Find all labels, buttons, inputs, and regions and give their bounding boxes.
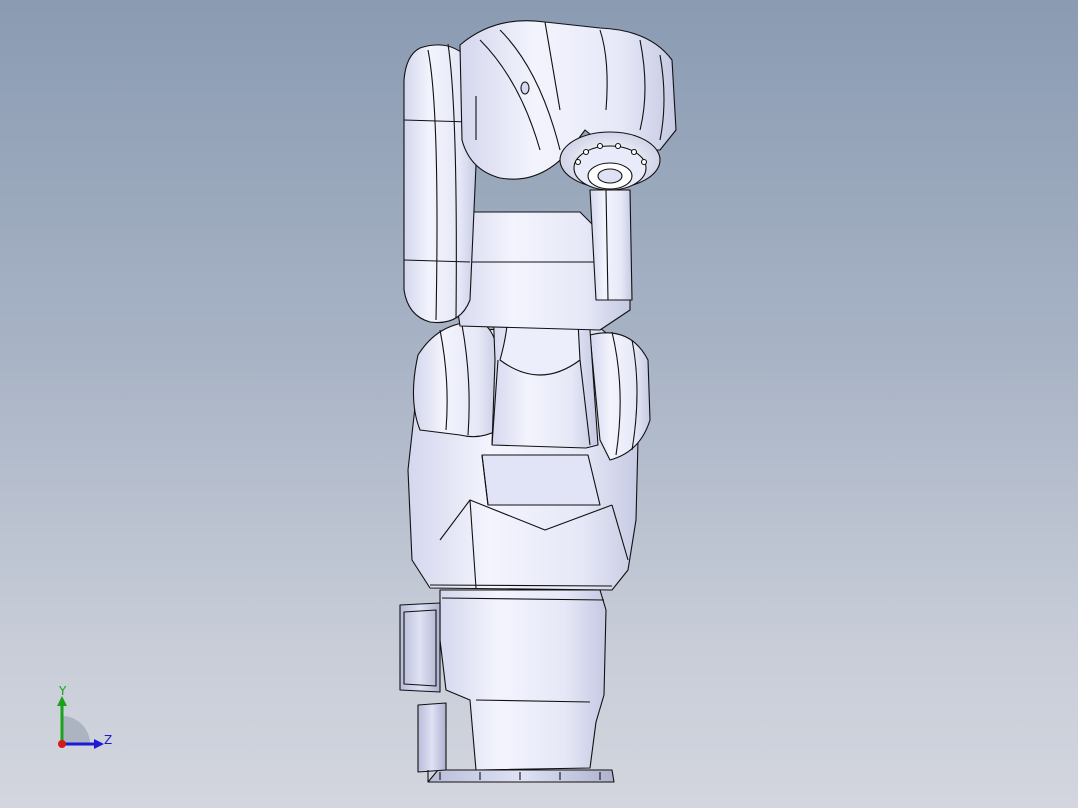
robot-tool-flange[interactable]	[559, 131, 661, 191]
x-axis-dot	[58, 740, 66, 748]
axis-triad: Y Z	[57, 686, 112, 749]
model-viewport[interactable]	[0, 0, 1078, 808]
z-axis-arrowhead	[94, 739, 104, 749]
robot-base[interactable]	[399, 589, 615, 783]
z-axis-label: Z	[104, 733, 112, 747]
robot-arm-model[interactable]	[399, 20, 677, 783]
y-axis-label: Y	[58, 686, 67, 698]
triad-plane-arc	[62, 716, 90, 744]
robot-forearm[interactable]	[589, 189, 633, 301]
